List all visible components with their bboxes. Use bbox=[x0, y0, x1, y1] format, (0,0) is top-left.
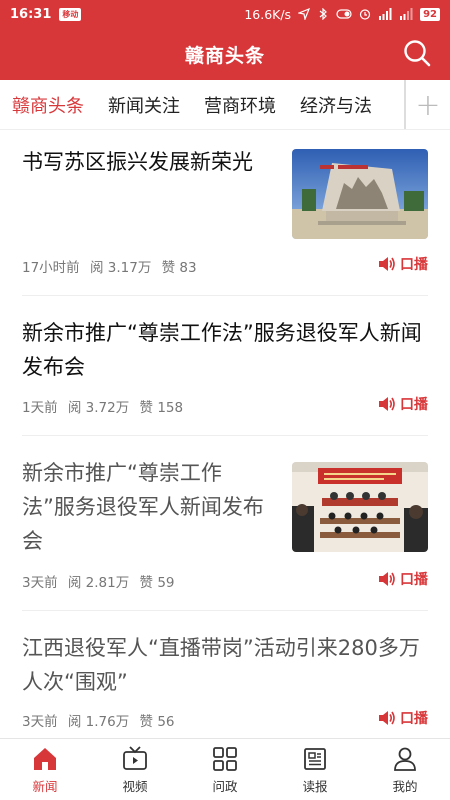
nav-profile[interactable]: 我的 bbox=[360, 739, 450, 800]
audio-label: 口播 bbox=[400, 397, 428, 413]
audio-broadcast-button[interactable]: 口播 bbox=[377, 394, 428, 414]
nav-news[interactable]: 新闻 bbox=[0, 739, 90, 800]
top-bar: 16:31 移动 16.6K/s 92 赣商头条 bbox=[0, 0, 450, 80]
nav-inquiry[interactable]: 问政 bbox=[180, 739, 270, 800]
status-right: 16.6K/s 92 bbox=[244, 7, 440, 22]
conference-image bbox=[292, 462, 428, 552]
article-thumbnail[interactable] bbox=[292, 149, 428, 239]
nav-label: 我的 bbox=[392, 778, 418, 794]
bottom-nav: 新闻 视频 问政 读报 我的 bbox=[0, 738, 450, 800]
speaker-icon bbox=[379, 257, 395, 271]
audio-label: 口播 bbox=[400, 572, 428, 588]
monument-image bbox=[292, 149, 428, 239]
alarm-icon bbox=[359, 9, 371, 20]
article-reads: 阅 1.76万 bbox=[67, 714, 130, 730]
article-thumbnail[interactable] bbox=[292, 462, 428, 552]
news-feed: 书写苏区振兴发展新荣光 17小时前 阅 3.17万 赞 83 口播 新余市推广“… bbox=[0, 131, 450, 738]
speaker-icon bbox=[379, 711, 395, 725]
speaker-icon bbox=[379, 397, 395, 411]
bluetooth-icon bbox=[319, 8, 327, 20]
carrier-badge: 移动 bbox=[59, 7, 82, 21]
audio-label: 口播 bbox=[400, 711, 428, 727]
article-time: 3天前 bbox=[22, 714, 58, 730]
article-title[interactable]: 新余市推广“尊崇工作法”服务退役军人新闻发布会 bbox=[22, 456, 268, 558]
user-icon bbox=[394, 747, 416, 771]
article-likes: 赞 83 bbox=[161, 260, 197, 276]
app-header: 赣商头条 bbox=[0, 28, 450, 80]
speaker-icon bbox=[379, 572, 395, 586]
tv-icon bbox=[123, 745, 147, 770]
article-likes: 赞 56 bbox=[139, 714, 175, 730]
toggle-icon bbox=[336, 9, 352, 19]
article-likes: 赞 59 bbox=[139, 575, 175, 591]
list-item[interactable]: 书写苏区振兴发展新荣光 17小时前 阅 3.17万 赞 83 口播 bbox=[22, 131, 428, 296]
article-title[interactable]: 书写苏区振兴发展新荣光 bbox=[22, 145, 278, 179]
grid-icon bbox=[213, 746, 237, 771]
article-reads: 阅 2.81万 bbox=[67, 575, 130, 591]
article-title[interactable]: 新余市推广“尊崇工作法”服务退役军人新闻发布会 bbox=[22, 316, 428, 384]
newspaper-icon bbox=[304, 747, 326, 770]
list-item[interactable]: 新余市推广“尊崇工作法”服务退役军人新闻发布会 3天前 阅 2.81万 赞 59… bbox=[22, 436, 428, 611]
nav-label: 视频 bbox=[122, 778, 148, 794]
article-meta: 17小时前 阅 3.17万 赞 83 bbox=[22, 256, 203, 276]
nav-label: 问政 bbox=[212, 778, 238, 794]
audio-broadcast-button[interactable]: 口播 bbox=[377, 569, 428, 589]
channel-tabs: 赣商头条 新闻关注 营商环境 经济与法 + bbox=[0, 80, 450, 130]
battery-icon: 92 bbox=[420, 7, 440, 21]
article-time: 17小时前 bbox=[22, 260, 80, 276]
page-title: 赣商头条 bbox=[184, 44, 265, 67]
article-reads: 阅 3.72万 bbox=[67, 400, 130, 416]
status-time: 16:31 bbox=[10, 6, 52, 22]
tab-news-focus[interactable]: 新闻关注 bbox=[96, 92, 192, 118]
audio-broadcast-button[interactable]: 口播 bbox=[377, 708, 428, 728]
article-time: 3天前 bbox=[22, 575, 58, 591]
nav-read-paper[interactable]: 读报 bbox=[270, 739, 360, 800]
home-icon bbox=[34, 747, 56, 770]
add-channel-button[interactable]: + bbox=[404, 80, 450, 129]
article-title[interactable]: 江西退役军人“直播带岗”活动引来280多万人次“围观” bbox=[22, 631, 428, 699]
article-reads: 阅 3.17万 bbox=[89, 260, 152, 276]
nav-video[interactable]: 视频 bbox=[90, 739, 180, 800]
article-time: 1天前 bbox=[22, 400, 58, 416]
signal-icon-2 bbox=[400, 8, 413, 20]
article-meta: 3天前 阅 2.81万 赞 59 bbox=[22, 571, 181, 591]
search-icon[interactable] bbox=[402, 38, 432, 68]
list-item[interactable]: 江西退役军人“直播带岗”活动引来280多万人次“围观” 3天前 阅 1.76万 … bbox=[22, 611, 428, 738]
audio-label: 口播 bbox=[400, 257, 428, 273]
nav-label: 新闻 bbox=[32, 778, 58, 794]
article-meta: 3天前 阅 1.76万 赞 56 bbox=[22, 710, 181, 730]
location-icon bbox=[298, 8, 311, 20]
audio-broadcast-button[interactable]: 口播 bbox=[377, 254, 428, 274]
list-item[interactable]: 新余市推广“尊崇工作法”服务退役军人新闻发布会 1天前 阅 3.72万 赞 15… bbox=[22, 296, 428, 436]
tab-economy-law[interactable]: 经济与法 bbox=[288, 92, 384, 118]
status-bar: 16:31 移动 16.6K/s 92 bbox=[0, 0, 450, 28]
tab-ganshang-toutiao[interactable]: 赣商头条 bbox=[0, 92, 96, 118]
signal-icon bbox=[379, 8, 392, 20]
article-likes: 赞 158 bbox=[139, 400, 184, 416]
tab-business-environment[interactable]: 营商环境 bbox=[192, 92, 288, 118]
article-meta: 1天前 阅 3.72万 赞 158 bbox=[22, 396, 189, 416]
net-speed: 16.6K/s bbox=[244, 6, 292, 22]
nav-label: 读报 bbox=[302, 778, 328, 794]
